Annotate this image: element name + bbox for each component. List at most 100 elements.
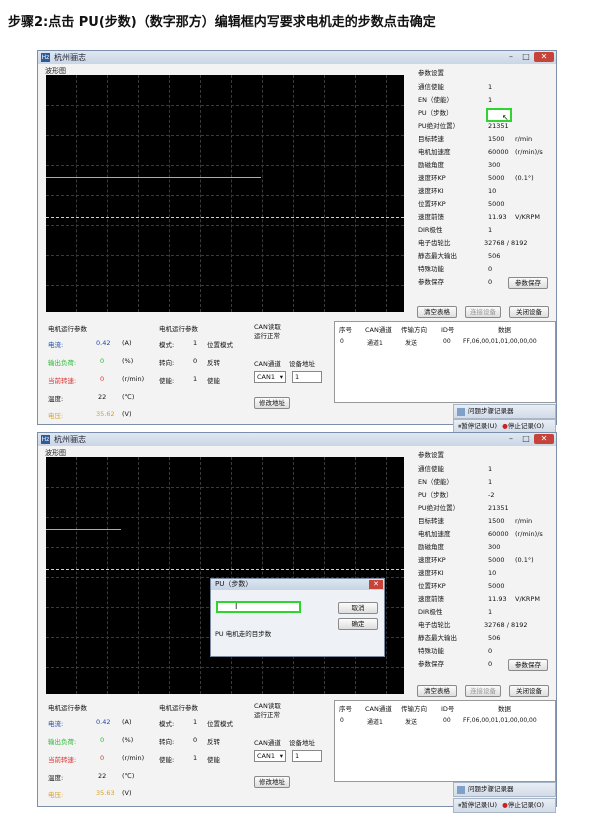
modify-address-button[interactable]: 修改地址 (254, 397, 290, 409)
device-address-label: 设备地址 (289, 360, 315, 368)
connect-device-button[interactable]: 连接设备 (465, 685, 501, 697)
app-window-1: Hz 杭州骊志 – □ ✕ 波形图 参数设置 通信使能 1 EN（使能） 1 PU（… (37, 50, 557, 425)
pu-steps-input[interactable] (216, 601, 301, 613)
param-row: 励磁角度 300 (418, 543, 501, 551)
motor-state-panel: 电机运行参数 模式: 1 位置模式 转向: 0 反转 使能: 1 使能 (155, 321, 251, 401)
close-device-button[interactable]: 关闭设备 (509, 306, 549, 318)
pause-record-button[interactable]: ⏸暂停记录(U) (458, 801, 497, 809)
param-row: 通信使能 1 (418, 83, 493, 91)
temp-label: 温度: (48, 774, 64, 782)
mode-text: 位置模式 (207, 720, 233, 728)
dialog-ok-button[interactable]: 确定 (338, 618, 378, 630)
output-unit: (%) (122, 736, 134, 744)
parameter-panel: 参数设置 通信使能 1 EN（使能） 1 PU（步数） ↖ PU绝对位置） 21351 … (414, 65, 556, 315)
dir-text: 反转 (207, 738, 220, 746)
can-channel-select[interactable]: CAN1 ▾ (254, 750, 286, 762)
param-save-button[interactable]: 参数保存 (508, 277, 548, 289)
voltage-label: 电压: (48, 791, 64, 799)
param-row: 速度前馈 11.93 V/KRPM (418, 213, 540, 221)
output-label: 输出负荷: (48, 359, 77, 367)
param-row: DIR极性 1 (418, 608, 493, 616)
chevron-down-icon: ▾ (279, 752, 283, 760)
table-header: CAN通道 (365, 326, 392, 334)
dir-text: 反转 (207, 359, 220, 367)
param-row: PU绝对位置） 21351 (418, 122, 509, 130)
can-channel-select[interactable]: CAN1 ▾ (254, 371, 286, 383)
param-row: EN（使能） 1 (418, 96, 493, 104)
table-header: 数据 (498, 326, 511, 334)
step-recorder-bar[interactable]: 问题步骤记录器 (453, 782, 556, 797)
close-device-button[interactable]: 关闭设备 (509, 685, 549, 697)
motor-state-header: 电机运行参数 (159, 704, 198, 712)
current-label: 电流: (48, 720, 64, 728)
voltage-value: 35.62 (96, 410, 115, 418)
can-message-table: 序号 CAN通道 传输方向 ID号 数据 0 通道1 发送 00 FF,06,0… (334, 321, 556, 403)
device-address-input[interactable]: 1 (292, 371, 322, 383)
voltage-unit: (V) (122, 410, 132, 418)
step-recorder-bar[interactable]: 问题步骤记录器 (453, 404, 556, 419)
param-row: 速度前馈 11.93 V/KRPM (418, 595, 540, 603)
table-header: 序号 (339, 326, 352, 334)
maximize-button[interactable]: □ (519, 434, 533, 444)
table-cell: 通道1 (367, 340, 383, 347)
output-value: 0 (100, 736, 105, 744)
table-header: ID号 (441, 705, 455, 713)
minimize-button[interactable]: – (504, 434, 518, 444)
speed-value: 0 (100, 754, 105, 762)
app-icon: Hz (41, 435, 50, 444)
motor-state-panel: 电机运行参数 模式: 1 位置模式 转向: 0 反转 使能: 1 使能 (155, 700, 251, 780)
table-header: 传输方向 (401, 326, 427, 334)
clear-table-button[interactable]: 清空表格 (417, 685, 457, 697)
dialog-cancel-button[interactable]: 取消 (338, 602, 378, 614)
param-row: 静态最大输出 506 (418, 634, 501, 642)
enable-text: 使能 (207, 756, 220, 764)
speed-label: 当前转速: (48, 377, 77, 385)
table-header: ID号 (441, 326, 455, 334)
table-cell: 00 (443, 338, 451, 345)
dir-label: 转向: (159, 359, 175, 367)
motor-status-panel: 电机运行参数 电流: 0.42 (A) 输出负荷: 0 (%) 当前转速: 0 … (44, 321, 148, 421)
mode-label: 模式: (159, 720, 175, 728)
param-row: 电机加速度 60000 (r/min)/s (418, 148, 543, 156)
recorder-icon (457, 786, 465, 794)
motor-status-header: 电机运行参数 (48, 325, 87, 333)
recorder-label: 问题步骤记录器 (468, 785, 514, 793)
window-title: 杭州骊志 (54, 53, 86, 62)
minimize-button[interactable]: – (504, 52, 518, 62)
param-row: 通信使能 1 (418, 465, 493, 473)
dialog-close-button[interactable]: ✕ (369, 580, 383, 589)
param-row: DIR极性 1 (418, 226, 493, 234)
speed-value: 0 (100, 375, 105, 383)
speed-unit: (r/min) (122, 754, 145, 762)
enable-text: 使能 (207, 377, 220, 385)
param-row: 速度环KI 10 (418, 187, 497, 195)
enable-value: 1 (193, 754, 198, 762)
param-row: 目标转速 1500 r/min (418, 517, 533, 525)
maximize-button[interactable]: □ (519, 52, 533, 62)
modify-address-button[interactable]: 修改地址 (254, 776, 290, 788)
voltage-value: 35.63 (96, 789, 115, 797)
waveform-series-yellow (46, 217, 404, 218)
connect-device-button[interactable]: 连接设备 (465, 306, 501, 318)
close-button[interactable]: ✕ (534, 52, 554, 62)
motor-state-header: 电机运行参数 (159, 325, 198, 333)
can-message-table: 序号 CAN通道 传输方向 ID号 数据 0 通道1 发送 00 FF,06,0… (334, 700, 556, 782)
table-cell: FF,06,00,01,01,00,00,00 (463, 338, 537, 345)
can-panel: CAN读取 运行正常 CAN通道 设备地址 CAN1 ▾ 1 修改地址 (251, 700, 331, 795)
clear-table-button[interactable]: 清空表格 (417, 306, 457, 318)
temp-value: 22 (98, 772, 107, 780)
step-title: 步骤2:点击 PU(步数)（数字那方）编辑框内写要求电机走的步数点击确定 (8, 15, 436, 30)
table-header: 传输方向 (401, 705, 427, 713)
enable-label: 使能: (159, 756, 175, 764)
close-button[interactable]: ✕ (534, 434, 554, 444)
device-address-input[interactable]: 1 (292, 750, 322, 762)
pause-record-button[interactable]: ⏸暂停记录(U) (458, 422, 497, 430)
current-value: 0.42 (96, 718, 111, 726)
pu-steps-value[interactable]: -2 (488, 489, 494, 502)
param-row: 静态最大输出 506 (418, 252, 501, 260)
recorder-controls: ⏸暂停记录(U) ●停止记录(O) (453, 798, 556, 813)
param-save-button[interactable]: 参数保存 (508, 659, 548, 671)
speed-label: 当前转速: (48, 756, 77, 764)
current-value: 0.42 (96, 339, 111, 347)
text-cursor-icon: I (235, 602, 238, 611)
